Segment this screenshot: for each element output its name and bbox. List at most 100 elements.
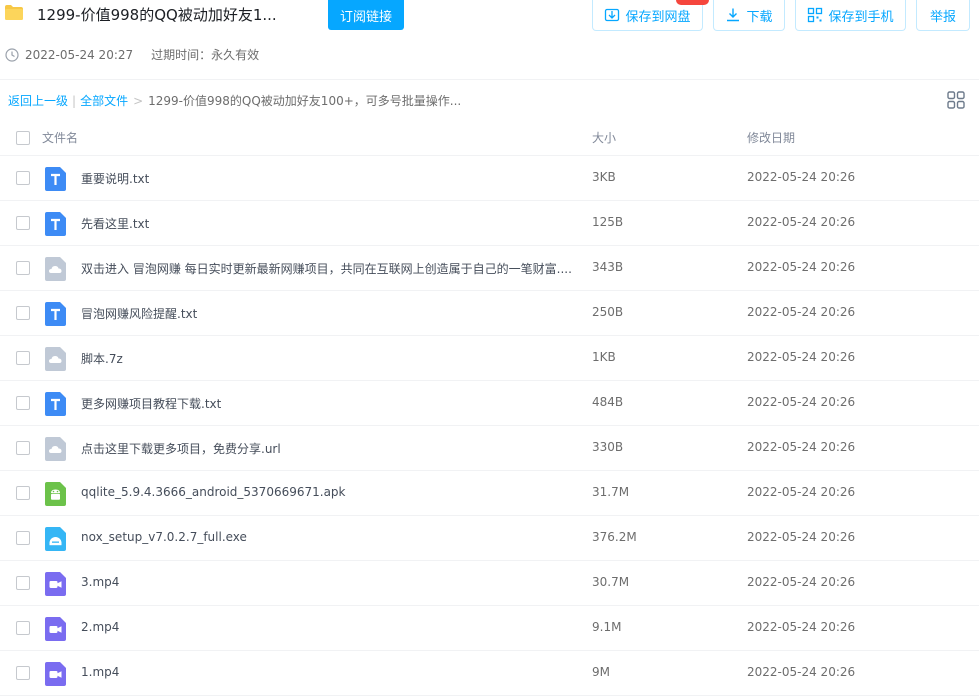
file-date: 2022-05-24 20:26 — [747, 620, 856, 634]
divider — [0, 79, 979, 80]
table-header: 文件名 大小 修改日期 — [0, 120, 979, 156]
row-checkbox[interactable] — [16, 486, 30, 500]
row-checkbox[interactable] — [16, 441, 30, 455]
table-row[interactable]: 冒泡网赚风险提醒.txt 250B 2022-05-24 20:26 — [0, 291, 979, 336]
select-all-checkbox[interactable] — [16, 131, 30, 145]
cloud-file-icon — [45, 347, 66, 371]
file-name[interactable]: 更多网赚项目教程下载.txt — [81, 395, 221, 412]
txt-file-icon — [45, 302, 66, 326]
table-row[interactable]: 先看这里.txt 125B 2022-05-24 20:26 — [0, 201, 979, 246]
file-size: 30.7M — [592, 575, 630, 589]
file-size: 330B — [592, 440, 624, 454]
file-list: 重要说明.txt 3KB 2022-05-24 20:26 先看这里.txt 125B 2… — [0, 156, 979, 696]
breadcrumb-all-files-link[interactable]: 全部文件 — [80, 92, 128, 109]
table-row[interactable]: 双击进入 冒泡网赚 每日实时更新最新网赚项目，共同在互联网上创造属于自己的一笔财… — [0, 246, 979, 291]
new-badge — [676, 0, 709, 5]
file-name[interactable]: 先看这里.txt — [81, 215, 149, 232]
file-date: 2022-05-24 20:26 — [747, 395, 856, 409]
qrcode-icon — [808, 7, 823, 23]
txt-file-icon — [45, 392, 66, 416]
file-name[interactable]: 重要说明.txt — [81, 170, 149, 187]
table-row[interactable]: 点击这里下载更多项目，免费分享.url 330B 2022-05-24 20:26 — [0, 426, 979, 471]
save-to-phone-button[interactable]: 保存到手机 — [795, 0, 906, 31]
video-file-icon — [45, 662, 66, 686]
grid-view-icon[interactable] — [947, 91, 965, 109]
file-date: 2022-05-24 20:26 — [747, 575, 856, 589]
table-row[interactable]: 脚本.7z 1KB 2022-05-24 20:26 — [0, 336, 979, 381]
file-size: 125B — [592, 215, 624, 229]
file-name[interactable]: 2.mp4 — [81, 620, 119, 634]
download-label: 下载 — [746, 9, 773, 25]
txt-file-icon — [45, 167, 66, 191]
file-date: 2022-05-24 20:26 — [747, 170, 856, 184]
row-checkbox[interactable] — [16, 621, 30, 635]
file-size: 9M — [592, 665, 610, 679]
row-checkbox[interactable] — [16, 216, 30, 230]
subscribe-button[interactable]: 订阅链接 — [328, 0, 404, 30]
file-size: 9.1M — [592, 620, 622, 634]
table-row[interactable]: nox_setup_v7.0.2.7_full.exe 376.2M 2022-05… — [0, 516, 979, 561]
file-name[interactable]: 冒泡网赚风险提醒.txt — [81, 305, 197, 322]
file-size: 343B — [592, 260, 624, 274]
save-to-netdisk-label: 保存到网盘 — [625, 9, 691, 25]
row-checkbox[interactable] — [16, 396, 30, 410]
breadcrumb-divider: | — [72, 93, 77, 108]
download-button[interactable]: 下载 — [713, 0, 785, 31]
download-icon — [727, 8, 740, 22]
row-checkbox[interactable] — [16, 171, 30, 185]
file-name[interactable]: 1.mp4 — [81, 665, 119, 679]
row-checkbox[interactable] — [16, 306, 30, 320]
exe-file-icon — [45, 527, 66, 551]
file-date: 2022-05-24 20:26 — [747, 305, 856, 319]
file-name[interactable]: 点击这里下载更多项目，免费分享.url — [81, 440, 281, 457]
file-size: 250B — [592, 305, 624, 319]
save-to-phone-label: 保存到手机 — [828, 9, 894, 25]
report-button[interactable]: 举报 — [916, 0, 970, 31]
android-apk-icon — [45, 482, 66, 506]
expire-time: 过期时间：永久有效 — [151, 48, 260, 62]
row-checkbox[interactable] — [16, 531, 30, 545]
file-date: 2022-05-24 20:26 — [747, 485, 856, 499]
column-date-header[interactable]: 修改日期 — [747, 129, 795, 146]
row-checkbox[interactable] — [16, 261, 30, 275]
file-name[interactable]: qqlite_5.9.4.3666_android_5370669671.apk — [81, 485, 346, 499]
column-name-header[interactable]: 文件名 — [42, 129, 78, 146]
cloud-file-icon — [45, 437, 66, 461]
file-date: 2022-05-24 20:26 — [747, 665, 856, 679]
breadcrumb-separator: > — [133, 93, 144, 108]
report-label: 举报 — [929, 9, 956, 25]
file-size: 1KB — [592, 350, 616, 364]
table-row[interactable]: 重要说明.txt 3KB 2022-05-24 20:26 — [0, 156, 979, 201]
table-row[interactable]: 3.mp4 30.7M 2022-05-24 20:26 — [0, 561, 979, 606]
breadcrumb: 返回上一级 | 全部文件 > 1299-价值998的QQ被动加好友100+，可多… — [8, 92, 461, 109]
table-row[interactable]: 2.mp4 9.1M 2022-05-24 20:26 — [0, 606, 979, 651]
row-checkbox[interactable] — [16, 351, 30, 365]
file-size: 3KB — [592, 170, 616, 184]
file-name[interactable]: 双击进入 冒泡网赚 每日实时更新最新网赚项目，共同在互联网上创造属于自己的一笔财… — [81, 260, 572, 277]
table-row[interactable]: qqlite_5.9.4.3666_android_5370669671.apk… — [0, 471, 979, 516]
table-row[interactable]: 1.mp4 9M 2022-05-24 20:26 — [0, 651, 979, 696]
breadcrumb-current: 1299-价值998的QQ被动加好友100+，可多号批量操作... — [148, 94, 462, 108]
row-checkbox[interactable] — [16, 576, 30, 590]
breadcrumb-back-link[interactable]: 返回上一级 — [8, 92, 68, 109]
video-file-icon — [45, 572, 66, 596]
file-name[interactable]: nox_setup_v7.0.2.7_full.exe — [81, 530, 247, 544]
share-date: 2022-05-24 20:27 — [25, 47, 134, 62]
file-name[interactable]: 3.mp4 — [81, 575, 119, 589]
page-title: 1299-价值998的QQ被动加好友1... — [37, 6, 277, 24]
file-date: 2022-05-24 20:26 — [747, 260, 856, 274]
share-meta: 2022-05-24 20:27 过期时间：永久有效 — [5, 46, 259, 63]
table-row[interactable]: 更多网赚项目教程下载.txt 484B 2022-05-24 20:26 — [0, 381, 979, 426]
file-date: 2022-05-24 20:26 — [747, 350, 856, 364]
file-date: 2022-05-24 20:26 — [747, 215, 856, 229]
cloud-file-icon — [45, 257, 66, 281]
file-size: 31.7M — [592, 485, 630, 499]
file-size: 484B — [592, 395, 624, 409]
column-size-header[interactable]: 大小 — [592, 129, 616, 146]
file-date: 2022-05-24 20:26 — [747, 440, 856, 454]
top-bar: 1299-价值998的QQ被动加好友1... 订阅链接 保存到网盘 下载 保存到… — [0, 0, 979, 38]
file-date: 2022-05-24 20:26 — [747, 530, 856, 544]
txt-file-icon — [45, 212, 66, 236]
row-checkbox[interactable] — [16, 666, 30, 680]
file-name[interactable]: 脚本.7z — [81, 350, 123, 367]
